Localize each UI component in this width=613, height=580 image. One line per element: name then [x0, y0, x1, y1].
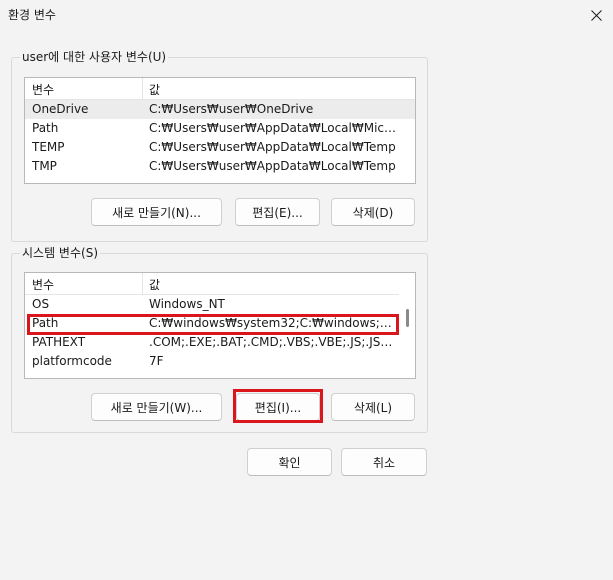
- variable-value: C:₩Users₩user₩OneDrive: [149, 102, 314, 116]
- variable-value: Windows_NT: [149, 297, 225, 311]
- variable-value: C:₩windows₩system32;C:₩windows;C:₩wi...: [149, 316, 397, 330]
- column-divider[interactable]: [142, 78, 143, 100]
- list-item[interactable]: Path C:₩Users₩user₩AppData₩Local₩Microso…: [25, 119, 415, 138]
- system-edit-button[interactable]: 편집(I)...: [236, 393, 320, 421]
- user-variables-label: user에 대한 사용자 변수(U): [20, 49, 169, 65]
- variable-value: .COM;.EXE;.BAT;.CMD;.VBS;.VBE;.JS;.JSE;.…: [149, 335, 397, 349]
- list-item[interactable]: OS Windows_NT: [25, 295, 415, 314]
- close-icon: [590, 9, 602, 21]
- system-variables-list[interactable]: 변수 값 OS Windows_NT Path C:₩windows₩syste…: [24, 272, 416, 379]
- close-button[interactable]: [579, 0, 613, 30]
- column-header-name[interactable]: 변수: [32, 276, 54, 293]
- vertical-scrollbar[interactable]: [399, 273, 415, 378]
- variable-value: C:₩Users₩user₩AppData₩Local₩Temp: [149, 159, 396, 173]
- user-delete-button[interactable]: 삭제(D): [331, 198, 415, 226]
- column-divider[interactable]: [142, 273, 143, 295]
- column-header-value[interactable]: 값: [149, 276, 160, 293]
- list-item[interactable]: PATHEXT .COM;.EXE;.BAT;.CMD;.VBS;.VBE;.J…: [25, 333, 415, 352]
- list-item[interactable]: TEMP C:₩Users₩user₩AppData₩Local₩Temp: [25, 138, 415, 157]
- user-new-button[interactable]: 새로 만들기(N)...: [91, 198, 222, 226]
- user-edit-button[interactable]: 편집(E)...: [235, 198, 320, 226]
- variable-name: Path: [32, 121, 59, 135]
- list-item[interactable]: TMP C:₩Users₩user₩AppData₩Local₩Temp: [25, 157, 415, 176]
- ok-button[interactable]: 확인: [247, 448, 332, 476]
- variable-name: TEMP: [32, 140, 65, 154]
- system-new-button[interactable]: 새로 만들기(W)...: [91, 393, 222, 421]
- list-item[interactable]: OneDrive C:₩Users₩user₩OneDrive: [25, 100, 415, 119]
- variable-name: OS: [32, 297, 50, 311]
- variable-value: 7F: [149, 354, 164, 368]
- system-delete-button[interactable]: 삭제(L): [331, 393, 415, 421]
- list-header: 변수 값: [25, 273, 415, 295]
- variable-value: C:₩Users₩user₩AppData₩Local₩Microsoft...: [149, 121, 397, 135]
- variable-name: platformcode: [32, 354, 112, 368]
- list-item[interactable]: platformcode 7F: [25, 352, 415, 371]
- cancel-button[interactable]: 취소: [341, 448, 427, 476]
- variable-name: TMP: [32, 159, 57, 173]
- scrollbar-thumb[interactable]: [406, 309, 409, 327]
- column-header-name[interactable]: 변수: [32, 81, 54, 98]
- variable-name: Path: [32, 316, 59, 330]
- system-variables-label: 시스템 변수(S): [20, 245, 100, 261]
- user-variables-list[interactable]: 변수 값 OneDrive C:₩Users₩user₩OneDrive Pat…: [24, 77, 416, 184]
- title-bar: 환경 변수: [0, 0, 613, 30]
- list-header: 변수 값: [25, 78, 415, 100]
- variable-name: OneDrive: [32, 102, 89, 116]
- window-title: 환경 변수: [8, 8, 56, 22]
- list-item[interactable]: Path C:₩windows₩system32;C:₩windows;C:₩w…: [25, 314, 415, 333]
- variable-name: PATHEXT: [32, 335, 86, 349]
- variable-value: C:₩Users₩user₩AppData₩Local₩Temp: [149, 140, 396, 154]
- column-header-value[interactable]: 값: [149, 81, 160, 98]
